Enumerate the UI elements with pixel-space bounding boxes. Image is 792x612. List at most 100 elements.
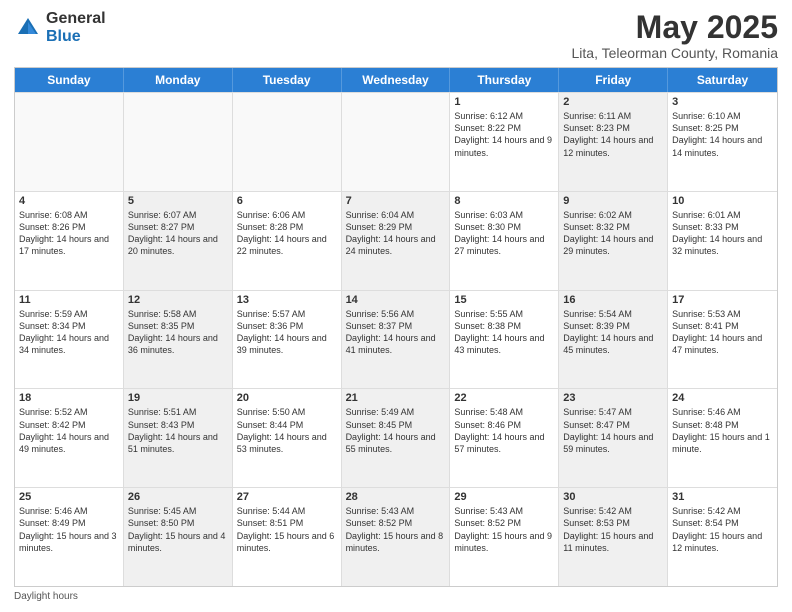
cal-row-2: 11Sunrise: 5:59 AM Sunset: 8:34 PM Dayli… [15,290,777,389]
cell-detail: Sunrise: 5:46 AM Sunset: 8:49 PM Dayligh… [19,505,119,554]
cal-cell: 15 Sunrise: 5:55 AM Sunset: 8:38 PM Dayli… [450,291,559,389]
cal-cell [342,93,451,191]
cell-detail: Sunrise: 5:55 AM Sunset: 8:38 PM Dayligh… [454,308,554,357]
cal-row-0: 1Sunrise: 6:12 AM Sunset: 8:22 PM Daylig… [15,92,777,191]
cal-cell: 19 Sunrise: 5:51 AM Sunset: 8:43 PM Dayli… [124,389,233,487]
cal-cell [233,93,342,191]
logo-blue-text: Blue [46,28,106,46]
cal-cell: 17Sunrise: 5:53 AM Sunset: 8:41 PM Dayli… [668,291,777,389]
cell-detail: Sunrise: 6:08 AM Sunset: 8:26 PM Dayligh… [19,209,119,258]
cell-detail: Sunrise: 6:10 AM Sunset: 8:25 PM Dayligh… [672,110,773,159]
cal-cell: 18Sunrise: 5:52 AM Sunset: 8:42 PM Dayli… [15,389,124,487]
cal-header-thursday: Thursday [450,68,559,92]
day-number: 31 [672,491,773,503]
day-number: 23 [563,392,663,404]
day-number: 9 [563,195,663,207]
day-number: 27 [237,491,337,503]
logo-general-text: General [46,10,106,28]
day-number: 26 [128,491,228,503]
cell-detail: Sunrise: 5:54 AM Sunset: 8:39 PM Dayligh… [563,308,663,357]
day-number: 21 [346,392,446,404]
location: Lita, Teleorman County, Romania [572,45,778,61]
day-number: 3 [672,96,773,108]
cal-header-friday: Friday [559,68,668,92]
cell-detail: Sunrise: 5:51 AM Sunset: 8:43 PM Dayligh… [128,406,228,455]
day-number: 4 [19,195,119,207]
day-number: 30 [563,491,663,503]
day-number: 25 [19,491,119,503]
day-number: 5 [128,195,228,207]
day-number: 13 [237,294,337,306]
cell-detail: Sunrise: 5:45 AM Sunset: 8:50 PM Dayligh… [128,505,228,554]
cell-detail: Sunrise: 5:59 AM Sunset: 8:34 PM Dayligh… [19,308,119,357]
cell-detail: Sunrise: 5:43 AM Sunset: 8:52 PM Dayligh… [454,505,554,554]
calendar-body: 1Sunrise: 6:12 AM Sunset: 8:22 PM Daylig… [15,92,777,586]
day-number: 10 [672,195,773,207]
cal-cell: 9 Sunrise: 6:02 AM Sunset: 8:32 PM Daylig… [559,192,668,290]
cal-header-monday: Monday [124,68,233,92]
day-number: 29 [454,491,554,503]
cal-cell: 25 Sunrise: 5:46 AM Sunset: 8:49 PM Dayli… [15,488,124,586]
day-number: 7 [346,195,446,207]
day-number: 15 [454,294,554,306]
cal-cell: 24 Sunrise: 5:46 AM Sunset: 8:48 PM Dayli… [668,389,777,487]
calendar-header-row: SundayMondayTuesdayWednesdayThursdayFrid… [15,68,777,92]
footer-note: Daylight hours [14,591,778,602]
logo-text: General Blue [46,10,106,45]
cell-detail: Sunrise: 6:04 AM Sunset: 8:29 PM Dayligh… [346,209,446,258]
day-number: 24 [672,392,773,404]
cell-detail: Sunrise: 5:44 AM Sunset: 8:51 PM Dayligh… [237,505,337,554]
cal-cell: 8Sunrise: 6:03 AM Sunset: 8:30 PM Daylig… [450,192,559,290]
cal-cell [124,93,233,191]
cell-detail: Sunrise: 6:06 AM Sunset: 8:28 PM Dayligh… [237,209,337,258]
day-number: 22 [454,392,554,404]
page: General Blue May 2025 Lita, Teleorman Co… [0,0,792,612]
cal-cell: 6 Sunrise: 6:06 AM Sunset: 8:28 PM Daylig… [233,192,342,290]
cal-cell: 31 Sunrise: 5:42 AM Sunset: 8:54 PM Dayli… [668,488,777,586]
cal-cell: 10 Sunrise: 6:01 AM Sunset: 8:33 PM Dayli… [668,192,777,290]
calendar: SundayMondayTuesdayWednesdayThursdayFrid… [14,67,778,587]
day-number: 2 [563,96,663,108]
cal-cell: 16 Sunrise: 5:54 AM Sunset: 8:39 PM Dayli… [559,291,668,389]
cell-detail: Sunrise: 6:02 AM Sunset: 8:32 PM Dayligh… [563,209,663,258]
cal-row-3: 18Sunrise: 5:52 AM Sunset: 8:42 PM Dayli… [15,388,777,487]
cell-detail: Sunrise: 6:03 AM Sunset: 8:30 PM Dayligh… [454,209,554,258]
cal-cell: 27 Sunrise: 5:44 AM Sunset: 8:51 PM Dayli… [233,488,342,586]
cell-detail: Sunrise: 5:42 AM Sunset: 8:53 PM Dayligh… [563,505,663,554]
cal-cell: 22 Sunrise: 5:48 AM Sunset: 8:46 PM Dayli… [450,389,559,487]
cal-cell: 11Sunrise: 5:59 AM Sunset: 8:34 PM Dayli… [15,291,124,389]
logo-icon [14,14,42,42]
cal-row-1: 4 Sunrise: 6:08 AM Sunset: 8:26 PM Daylig… [15,191,777,290]
day-number: 6 [237,195,337,207]
day-number: 16 [563,294,663,306]
cal-cell: 21 Sunrise: 5:49 AM Sunset: 8:45 PM Dayli… [342,389,451,487]
month-title: May 2025 [572,10,778,45]
cell-detail: Sunrise: 5:56 AM Sunset: 8:37 PM Dayligh… [346,308,446,357]
cal-cell: 3 Sunrise: 6:10 AM Sunset: 8:25 PM Daylig… [668,93,777,191]
cell-detail: Sunrise: 6:11 AM Sunset: 8:23 PM Dayligh… [563,110,663,159]
day-number: 19 [128,392,228,404]
cal-cell: 2 Sunrise: 6:11 AM Sunset: 8:23 PM Daylig… [559,93,668,191]
cell-detail: Sunrise: 5:53 AM Sunset: 8:41 PM Dayligh… [672,308,773,357]
cell-detail: Sunrise: 5:48 AM Sunset: 8:46 PM Dayligh… [454,406,554,455]
cell-detail: Sunrise: 5:52 AM Sunset: 8:42 PM Dayligh… [19,406,119,455]
header: General Blue May 2025 Lita, Teleorman Co… [14,10,778,61]
cal-header-saturday: Saturday [668,68,777,92]
cell-detail: Sunrise: 5:58 AM Sunset: 8:35 PM Dayligh… [128,308,228,357]
title-area: May 2025 Lita, Teleorman County, Romania [572,10,778,61]
logo: General Blue [14,10,106,45]
cal-cell: 30 Sunrise: 5:42 AM Sunset: 8:53 PM Dayli… [559,488,668,586]
cal-cell: 7 Sunrise: 6:04 AM Sunset: 8:29 PM Daylig… [342,192,451,290]
cal-cell: 5Sunrise: 6:07 AM Sunset: 8:27 PM Daylig… [124,192,233,290]
cell-detail: Sunrise: 5:43 AM Sunset: 8:52 PM Dayligh… [346,505,446,554]
cal-cell: 13 Sunrise: 5:57 AM Sunset: 8:36 PM Dayli… [233,291,342,389]
cell-detail: Sunrise: 5:49 AM Sunset: 8:45 PM Dayligh… [346,406,446,455]
cal-header-wednesday: Wednesday [342,68,451,92]
day-number: 28 [346,491,446,503]
cell-detail: Sunrise: 5:46 AM Sunset: 8:48 PM Dayligh… [672,406,773,455]
cell-detail: Sunrise: 5:57 AM Sunset: 8:36 PM Dayligh… [237,308,337,357]
cell-detail: Sunrise: 5:42 AM Sunset: 8:54 PM Dayligh… [672,505,773,554]
cal-cell [15,93,124,191]
cell-detail: Sunrise: 6:01 AM Sunset: 8:33 PM Dayligh… [672,209,773,258]
day-number: 12 [128,294,228,306]
